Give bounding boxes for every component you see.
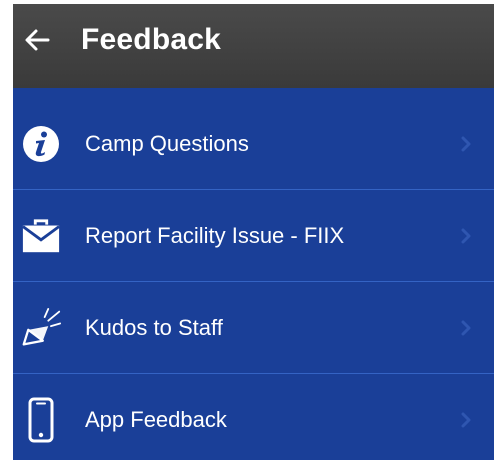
chevron-right-icon: [461, 136, 471, 151]
arrow-left-icon: [25, 29, 50, 51]
info-icon: [21, 121, 61, 167]
chevron-right-icon: [461, 412, 471, 427]
menu-item-label: Camp Questions: [85, 130, 249, 156]
menu-item-label: App Feedback: [85, 406, 227, 432]
app-frame: Feedback Camp Questions Report Facility …: [13, 4, 494, 460]
menu-item-camp-questions[interactable]: Camp Questions: [13, 98, 494, 190]
page-title: Feedback: [81, 23, 221, 56]
menu-item-app-feedback[interactable]: App Feedback: [13, 374, 494, 460]
menu-item-label: Report Facility Issue - FIIX: [85, 222, 345, 248]
smartphone-icon: [21, 397, 61, 443]
app-header: Feedback: [13, 4, 494, 88]
feedback-menu-list: Camp Questions Report Facility Issue - F…: [13, 98, 494, 460]
chevron-right-icon: [461, 320, 471, 335]
megaphone-icon: [21, 305, 61, 351]
menu-item-label: Kudos to Staff: [85, 314, 223, 340]
envelope-icon: [21, 213, 61, 259]
menu-item-kudos-to-staff[interactable]: Kudos to Staff: [13, 282, 494, 374]
menu-item-report-facility-issue[interactable]: Report Facility Issue - FIIX: [13, 190, 494, 282]
chevron-right-icon: [461, 228, 471, 243]
back-button[interactable]: [21, 24, 53, 56]
